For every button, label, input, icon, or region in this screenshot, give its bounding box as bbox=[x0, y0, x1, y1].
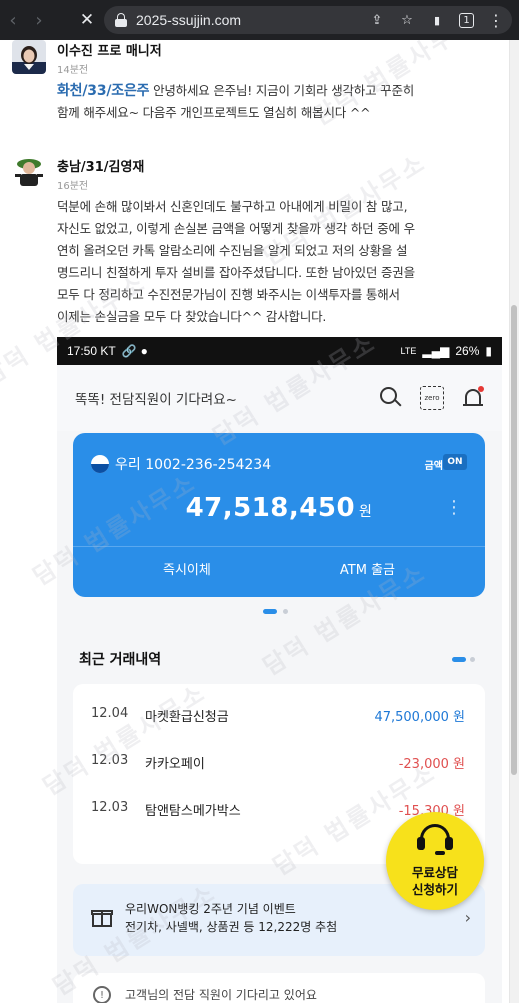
app-header: 똑똑! 전담직원이 기다려요~ zero bbox=[57, 365, 502, 431]
forward-arrow-icon[interactable]: › bbox=[26, 0, 52, 40]
search-icon[interactable] bbox=[380, 387, 402, 409]
comment-line: 덕분에 손해 많이봐서 신혼인데도 불구하고 아내에게 비밀이 참 많고, bbox=[57, 199, 408, 214]
bell-icon[interactable] bbox=[462, 386, 484, 410]
lock-icon[interactable] bbox=[114, 13, 128, 27]
signal-icon: ▂▄▆ bbox=[422, 344, 450, 358]
headset-icon bbox=[417, 824, 453, 856]
tx-description: 마켓환급신청금 bbox=[145, 710, 229, 725]
comment-item: 충남/31/김영재 16분전 덕분에 손해 많이봐서 신혼인데도 불구하고 아내… bbox=[12, 156, 502, 336]
table-row[interactable]: 12.04 마켓환급신청금 47,500,000 원 bbox=[73, 694, 485, 736]
consult-label-line2: 신청하기 bbox=[411, 882, 458, 897]
balance-unit: 원 bbox=[359, 504, 373, 520]
gift-icon bbox=[91, 906, 113, 928]
comment-line: 이제는 손실금을 모두 다 찾았습니다^^ 감사합니다. bbox=[57, 309, 327, 324]
divider bbox=[73, 546, 485, 547]
notice-text: 고객님의 전담 직원이 기다리고 있어요 bbox=[125, 988, 317, 1002]
tx-date: 12.04 bbox=[91, 706, 129, 721]
account-number: 우리 1002-236-254234 bbox=[115, 457, 272, 473]
reader-mode-icon[interactable]: ▮ bbox=[429, 14, 445, 27]
comment-author: 이수진 프로 매니저 bbox=[57, 44, 162, 59]
zero-pay-icon[interactable]: zero bbox=[420, 386, 444, 410]
atm-withdraw-button[interactable]: ATM 출금 bbox=[340, 559, 395, 578]
comment-line: 안녕하세요 은주님! 지금이 기회라 생각하고 꾸준히 bbox=[149, 83, 415, 98]
promo-subtitle: 전기차, 사넬백, 상품권 등 12,222명 추첨 bbox=[125, 920, 338, 934]
promo-title: 우리WON뱅킹 2주년 기념 이벤트 bbox=[125, 902, 296, 916]
browser-toolbar: ‹ › ✕ 2025-ssujjin.com ⇪ ☆ ▮ 1 ⋮ bbox=[0, 0, 519, 40]
status-time: 17:50 KT bbox=[67, 344, 116, 358]
transactions-pager[interactable] bbox=[452, 657, 478, 662]
battery-icon: ▮ bbox=[485, 344, 492, 358]
avatar bbox=[12, 156, 46, 190]
balance-label: 금액 bbox=[424, 461, 443, 472]
comment-line: 자신도 없었고, 이렇게 손실본 금액을 어떻게 찾을까 생각 하던 중에 우 bbox=[57, 221, 415, 236]
facebook-icon: ● bbox=[140, 344, 148, 358]
bookmark-star-icon[interactable]: ☆ bbox=[399, 13, 415, 28]
scrollbar-thumb[interactable] bbox=[511, 305, 517, 775]
menu-icon[interactable]: ⋮ bbox=[488, 11, 504, 30]
address-bar[interactable]: 2025-ssujjin.com ⇪ ☆ ▮ 1 ⋮ bbox=[104, 6, 512, 34]
comment-line: 모두 다 정리하고 수진전문가님이 진행 봐주시는 이색투자를 통해서 bbox=[57, 287, 400, 302]
share-icon[interactable]: ⇪ bbox=[369, 13, 385, 28]
account-card[interactable]: 우리 1002-236-254234 금액 ON 47,518,450 원 ⋮ 즉… bbox=[73, 433, 485, 597]
url-text: 2025-ssujjin.com bbox=[136, 12, 242, 28]
comment-line: 연히 올려오던 카톡 알람소리에 수진님을 알게 되었고 저의 상황을 설 bbox=[57, 243, 408, 258]
tx-date: 12.03 bbox=[91, 753, 129, 768]
transactions-title: 최근 거래내역 bbox=[79, 652, 162, 668]
comment-text: 덕분에 손해 많이봐서 신혼인데도 불구하고 아내에게 비밀이 참 많고, 자신… bbox=[57, 196, 415, 328]
comment-time: 14분전 bbox=[57, 65, 89, 76]
avatar bbox=[12, 40, 46, 74]
link-icon: 🔗 bbox=[121, 344, 137, 358]
comment-line: 명드리니 친절하게 투자 설비를 잡아주셨답니다. 또한 남아있던 증권을 bbox=[57, 265, 415, 280]
bank-logo-icon bbox=[91, 455, 109, 473]
page-scrollbar[interactable] bbox=[509, 40, 519, 1003]
comment-time: 16분전 bbox=[57, 181, 89, 192]
app-title: 똑똑! 전담직원이 기다려요~ bbox=[75, 392, 237, 408]
more-icon[interactable]: ⋮ bbox=[445, 497, 463, 518]
comment-author: 충남/31/김영재 bbox=[57, 160, 145, 175]
chevron-right-icon: › bbox=[464, 908, 471, 927]
back-arrow-icon[interactable]: ‹ bbox=[0, 0, 26, 40]
transfer-button[interactable]: 즉시이체 bbox=[163, 559, 211, 578]
info-icon: ! bbox=[93, 986, 111, 1003]
battery-level: 26% bbox=[455, 344, 480, 358]
balance-value: 47,518,450 bbox=[185, 493, 356, 523]
free-consult-button[interactable]: 무료상담 신청하기 bbox=[386, 812, 484, 910]
card-pager[interactable] bbox=[263, 609, 297, 615]
table-row[interactable]: 12.03 카카오페이 -23,000 원 bbox=[73, 741, 485, 783]
phone-status-bar: 17:50 KT 🔗 ● LTE ▂▄▆ 26% ▮ bbox=[57, 337, 502, 365]
tx-amount: 47,500,000 원 bbox=[374, 710, 465, 725]
balance-toggle[interactable]: ON bbox=[443, 454, 467, 470]
tx-amount: -23,000 원 bbox=[398, 757, 465, 772]
comment-line: 함께 해주세요~ 다음주 개인프로젝트도 열심히 해봅시다 ^^ bbox=[57, 105, 371, 120]
tx-date: 12.03 bbox=[91, 800, 129, 815]
balance-amount: 47,518,450 원 bbox=[73, 493, 485, 523]
tx-description: 탐앤탐스메가박스 bbox=[145, 804, 241, 819]
comment-text: 화천/33/조은주 안녕하세요 은주님! 지금이 기회라 생각하고 꾸준히 함께… bbox=[57, 80, 414, 124]
tab-count-icon[interactable]: 1 bbox=[459, 12, 474, 28]
network-label: LTE bbox=[400, 346, 417, 356]
notice-banner[interactable]: ! 고객님의 전담 직원이 기다리고 있어요 bbox=[73, 973, 485, 1003]
close-icon[interactable]: ✕ bbox=[74, 0, 100, 40]
comment-item: 이수진 프로 매니저 14분전 화천/33/조은주 안녕하세요 은주님! 지금이… bbox=[12, 40, 502, 130]
mention-link[interactable]: 화천/33/조은주 bbox=[57, 83, 150, 99]
tx-description: 카카오페이 bbox=[145, 757, 205, 772]
